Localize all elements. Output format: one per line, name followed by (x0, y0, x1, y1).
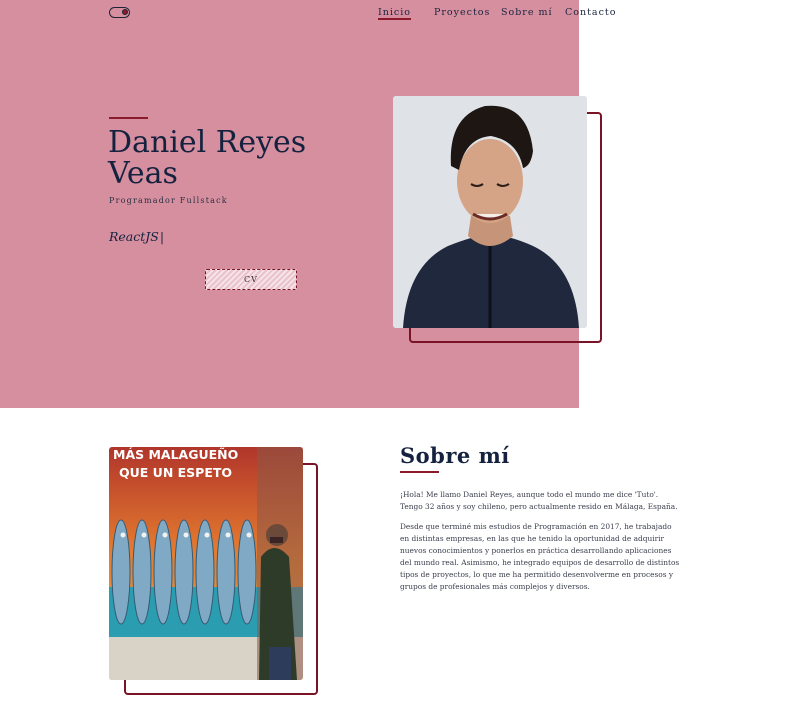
about-accent-line (400, 471, 439, 473)
hero-role: Programador Fullstack (109, 196, 228, 205)
nav-item-sobre-mi[interactable]: Sobre mí (501, 7, 553, 18)
about-title: Sobre mí (400, 443, 510, 468)
about-photo: MÁS MALAGUEÑO QUE UN ESPETO (109, 447, 303, 680)
hero-accent-line (109, 117, 148, 119)
about-paragraph-1: ¡Hola! Me llamo Daniel Reyes, aunque tod… (400, 490, 678, 511)
hero-name: Daniel Reyes Veas (108, 125, 307, 191)
about-paragraph-2: Desde que terminé mis estudios de Progra… (400, 522, 680, 591)
typing-cursor: | (159, 229, 165, 244)
theme-toggle[interactable] (109, 7, 130, 18)
mural-caption-line2: QUE UN ESPETO (119, 465, 232, 480)
nav-item-proyectos[interactable]: Proyectos (434, 7, 490, 18)
profile-photo (393, 96, 587, 328)
cv-button[interactable]: CV (205, 269, 297, 290)
hero-typed-text: ReactJS| (109, 229, 164, 244)
nav-item-contacto[interactable]: Contacto (565, 7, 616, 18)
mural-caption-line1: MÁS MALAGUEÑO (113, 447, 238, 462)
typed-skill: ReactJS (109, 229, 159, 244)
toggle-knob-icon (122, 9, 128, 15)
nav-item-inicio[interactable]: Inicio (378, 7, 411, 20)
